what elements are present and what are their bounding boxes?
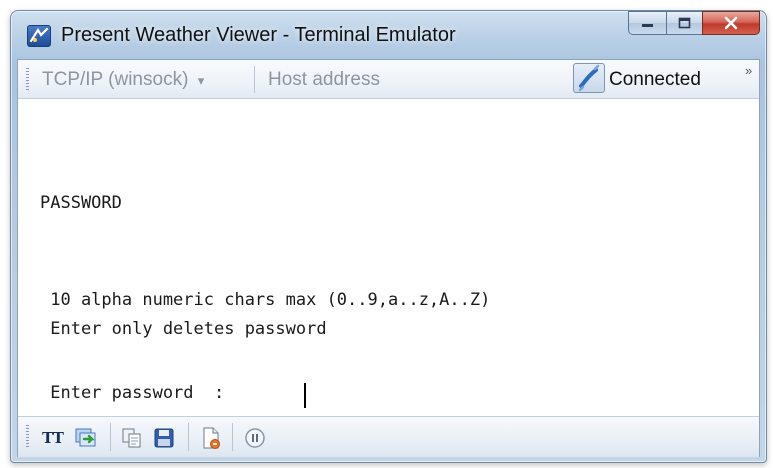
terminal-line: Enter only deletes password [40,319,327,339]
toolbar-separator [188,423,189,451]
protocol-label: TCP/IP (winsock) [42,69,189,90]
caption-buttons [628,11,760,35]
dropdown-arrow-icon: ▾ [197,73,205,88]
transfer-icon[interactable] [74,426,100,450]
toolbar-grip[interactable] [26,68,29,91]
toolbar-grip[interactable] [26,425,29,448]
title-bar[interactable]: Present Weather Viewer - Terminal Emulat… [11,11,766,59]
terminal-window: Present Weather Viewer - Terminal Emulat… [10,10,767,463]
client-area: TCP/IP (winsock) ▾ Host address Connecte… [17,59,760,457]
connect-button[interactable] [573,63,605,93]
connection-status: Connected [609,69,701,90]
save-icon[interactable] [151,426,177,450]
terminal-line: PASSWORD [40,193,122,213]
connection-toolbar: TCP/IP (winsock) ▾ Host address Connecte… [18,60,759,99]
text-font-icon[interactable]: TT [38,426,68,450]
minimize-icon [641,24,653,27]
minimize-button[interactable] [628,11,666,35]
bottom-toolbar: TT [18,416,759,457]
host-address-field[interactable]: Host address [268,69,380,91]
close-icon [724,16,738,30]
new-document-icon[interactable] [198,426,224,450]
pause-icon[interactable] [242,426,268,450]
window-title: Present Weather Viewer - Terminal Emulat… [61,24,456,46]
terminal-line: 10 alpha numeric chars max (0..9,a..z,A.… [40,290,491,310]
copy-icon[interactable] [119,426,145,450]
terminal-line: Enter password : [40,383,235,403]
toolbar-separator [110,423,111,451]
plug-icon [578,64,600,92]
maximize-icon [678,17,690,29]
text-cursor [304,383,306,408]
terminal-screen[interactable]: PASSWORD 10 alpha numeric chars max (0..… [18,99,759,415]
toolbar-overflow-chevron[interactable]: » [745,63,752,78]
app-icon [27,25,51,47]
toolbar-separator [232,423,233,451]
toolbar-separator [254,66,255,93]
close-button[interactable] [702,11,760,35]
protocol-dropdown[interactable]: TCP/IP (winsock) ▾ [42,69,204,91]
maximize-button[interactable] [666,11,702,35]
